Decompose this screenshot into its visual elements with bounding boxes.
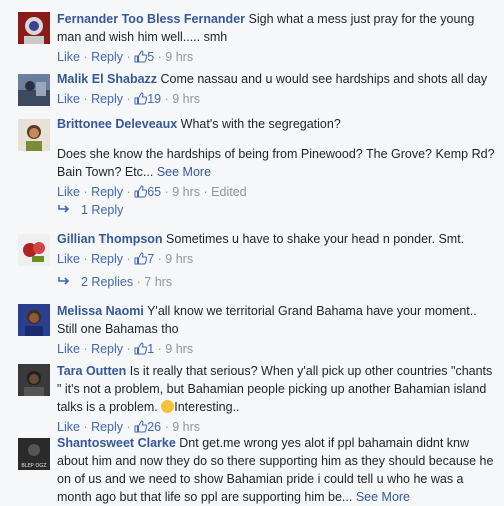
reply-arrow-icon — [57, 276, 71, 286]
like-button[interactable]: Like — [57, 92, 80, 106]
comment-body: Gillian Thompson Sometimes u have to sha… — [57, 230, 496, 267]
comment-author[interactable]: Malik El Shabazz — [57, 72, 157, 86]
reaction-count[interactable]: 7 — [134, 252, 154, 266]
comment-text: What's with the segregation? — [180, 117, 341, 131]
comment-text: Interesting.. — [174, 400, 240, 414]
reaction-count[interactable]: 1 — [134, 342, 154, 356]
timestamp[interactable]: 9 hrs — [165, 50, 193, 64]
edited-label[interactable]: Edited — [211, 185, 246, 199]
reaction-count[interactable]: 26 — [134, 420, 161, 434]
comment-text: Sometimes u have to shake your head n po… — [166, 232, 465, 246]
comment-author[interactable]: Gillian Thompson — [57, 232, 163, 246]
comment-actions: Like · Reply · 26 · 9 hrs — [57, 420, 201, 434]
timestamp[interactable]: 9 hrs — [165, 342, 193, 356]
reaction-count[interactable]: 5 — [134, 50, 154, 64]
timestamp[interactable]: 9 hrs — [172, 420, 200, 434]
avatar[interactable] — [18, 74, 50, 106]
avatar[interactable] — [18, 234, 50, 266]
like-button[interactable]: Like — [57, 50, 80, 64]
thumbs-up-icon — [134, 92, 148, 105]
thumbs-up-icon — [134, 50, 148, 63]
comment-actions: Like · Reply · 19 · 9 hrs — [57, 92, 201, 106]
view-replies-link[interactable]: 2 Replies · 7 hrs — [57, 274, 172, 290]
reply-button[interactable]: Reply — [91, 185, 123, 199]
avatar[interactable] — [18, 304, 50, 336]
see-more-link[interactable]: See More — [157, 165, 211, 179]
avatar[interactable] — [18, 119, 50, 151]
comment-text: Come nassau and u would see hardships an… — [160, 72, 488, 86]
reply-button[interactable]: Reply — [91, 420, 123, 434]
avatar[interactable]: BLEP OGZ — [18, 438, 50, 470]
thumbs-up-icon — [134, 342, 148, 355]
timestamp[interactable]: 9 hrs — [165, 252, 193, 266]
comment-body: Shantosweet Clarke Dnt get.me wrong yes … — [57, 434, 496, 506]
like-button[interactable]: Like — [57, 185, 80, 199]
reply-button[interactable]: Reply — [91, 92, 123, 106]
timestamp: 7 hrs — [144, 275, 173, 289]
avatar[interactable] — [18, 364, 50, 396]
avatar-caption: BLEP OGZ — [21, 463, 47, 469]
reply-button[interactable]: Reply — [91, 342, 123, 356]
comment-author[interactable]: Fernander Too Bless Fernander — [57, 12, 245, 26]
timestamp[interactable]: 9 hrs — [172, 185, 200, 199]
comment-author[interactable]: Tara Outten — [57, 364, 126, 378]
reply-button[interactable]: Reply — [91, 50, 123, 64]
reply-button[interactable]: Reply — [91, 252, 123, 266]
comment-body: Tara Outten Is it really that serious? W… — [57, 362, 496, 435]
avatar[interactable] — [18, 12, 50, 44]
reaction-count[interactable]: 19 — [134, 92, 161, 106]
view-replies-link[interactable]: 1 Reply — [57, 202, 123, 218]
thumbs-up-icon — [134, 420, 148, 433]
thumbs-up-icon — [134, 185, 148, 198]
like-button[interactable]: Like — [57, 420, 80, 434]
comment-body: Melissa Naomi Y'all know we territorial … — [57, 302, 496, 357]
comment-body: Malik El Shabazz Come nassau and u would… — [57, 70, 496, 107]
comment-author[interactable]: Shantosweet Clarke — [57, 436, 176, 450]
see-more-link[interactable]: See More — [356, 490, 410, 504]
like-button[interactable]: Like — [57, 342, 80, 356]
thumbs-up-icon — [134, 252, 148, 265]
comment-actions: Like · Reply · 7 · 9 hrs — [57, 252, 194, 266]
comment-body: Fernander Too Bless Fernander Sigh what … — [57, 10, 496, 65]
thinking-face-emoji-icon — [161, 400, 175, 413]
comment-text: Does she know the hardships of being fro… — [57, 147, 495, 179]
comment-author[interactable]: Melissa Naomi — [57, 304, 144, 318]
timestamp[interactable]: 9 hrs — [172, 92, 200, 106]
like-button[interactable]: Like — [57, 252, 80, 266]
comment-body: Brittonee Deleveaux What's with the segr… — [57, 115, 496, 200]
comment-actions: Like · Reply · 5 · 9 hrs — [57, 50, 194, 64]
comment-actions: Like · Reply · 1 · 9 hrs — [57, 342, 194, 356]
comment-actions: Like · Reply · 65 · 9 hrs · Edited — [57, 185, 247, 199]
reply-arrow-icon — [57, 204, 71, 214]
reaction-count[interactable]: 65 — [134, 185, 161, 199]
comment-author[interactable]: Brittonee Deleveaux — [57, 117, 177, 131]
